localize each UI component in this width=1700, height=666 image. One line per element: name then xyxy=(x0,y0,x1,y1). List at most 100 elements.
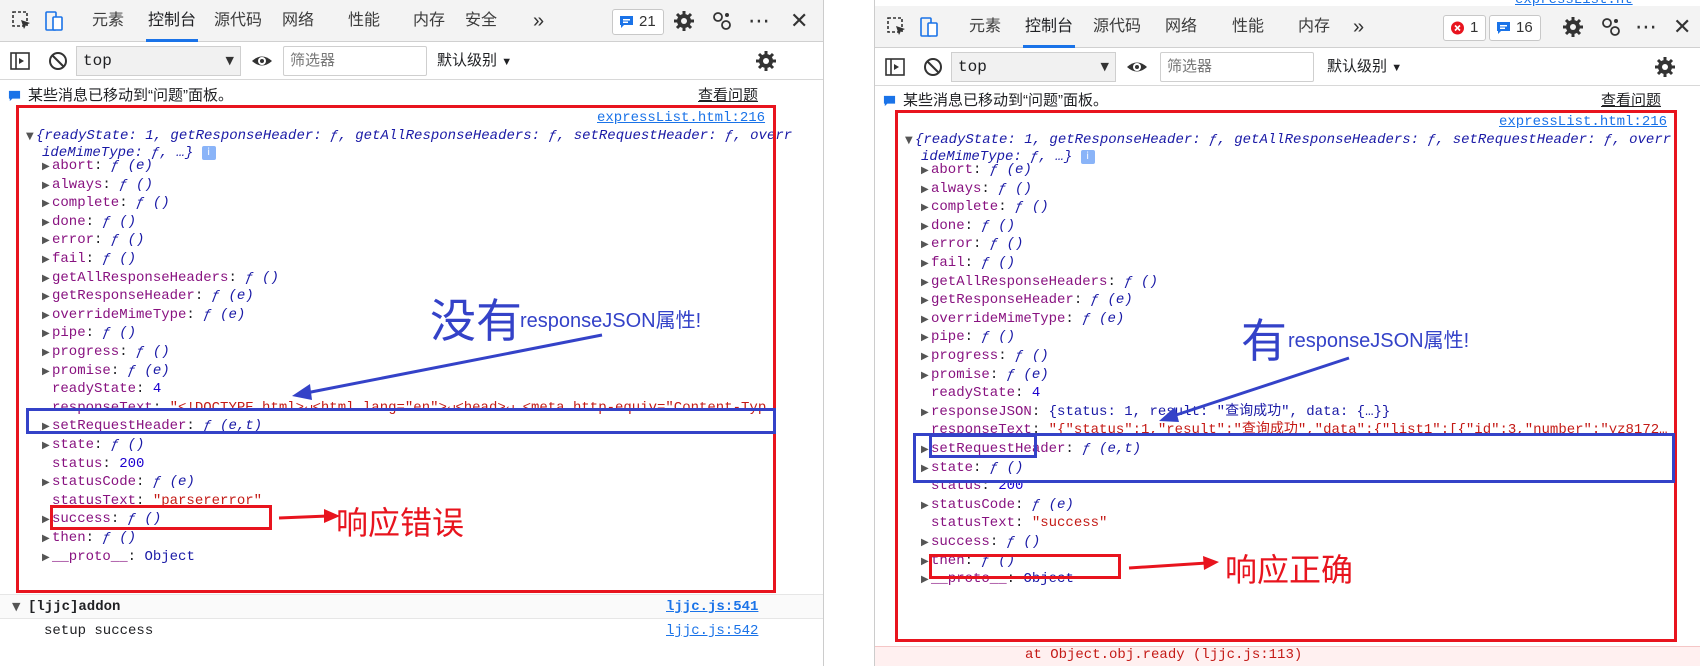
property-row-promise[interactable]: ▶ promise: ƒ (e) xyxy=(42,363,170,380)
tab-console[interactable]: 控制台 xyxy=(1023,6,1076,48)
property-row-getResponseHeader[interactable]: ▶ getResponseHeader: ƒ (e) xyxy=(42,288,254,305)
property-row-getAllResponseHeaders[interactable]: ▶ getAllResponseHeaders: ƒ () xyxy=(42,270,279,287)
context-selector[interactable]: top ▼ xyxy=(76,46,241,76)
tab-performance[interactable]: 性能 xyxy=(1232,6,1264,48)
property-row-state[interactable]: ▶ state: ƒ () xyxy=(921,460,1023,477)
device-toolbar-icon[interactable] xyxy=(917,15,941,39)
more-options-icon[interactable]: ⋯ xyxy=(1635,6,1658,48)
property-row-setRequestHeader[interactable]: ▶ setRequestHeader: ƒ (e,t) xyxy=(921,441,1141,458)
tab-memory[interactable]: 内存 xyxy=(1298,6,1330,48)
customize-icon[interactable] xyxy=(710,9,734,33)
property-row-overrideMimeType[interactable]: ▶ overrideMimeType: ƒ (e) xyxy=(42,307,245,324)
property-row-proto[interactable]: ▶ __proto__: Object xyxy=(42,549,195,566)
property-colon: : xyxy=(998,199,1016,216)
object-summary[interactable]: ▼ {readyState: 1, getResponseHeader: ƒ, g… xyxy=(905,132,1671,149)
property-row-proto[interactable]: ▶ __proto__: Object xyxy=(921,571,1074,588)
property-row-responseJSON[interactable]: ▶ responseJSON: {status: 1, result: "查询成功… xyxy=(921,404,1390,421)
property-row-always[interactable]: ▶ always: ƒ () xyxy=(921,181,1032,198)
tab-security[interactable]: 安全 xyxy=(465,0,497,42)
property-row-responseText: responseText: "{"status":1,"result":"查询成… xyxy=(921,422,1668,439)
tab-network[interactable]: 网络 xyxy=(1165,6,1197,48)
console-settings-icon[interactable] xyxy=(754,49,778,73)
property-row-success[interactable]: ▶ success: ƒ () xyxy=(42,511,161,528)
property-row-setRequestHeader[interactable]: ▶ setRequestHeader: ƒ (e,t) xyxy=(42,418,262,435)
info-icon[interactable]: i xyxy=(1080,150,1095,164)
expand-triangle-icon: ▶ xyxy=(921,406,929,418)
expand-triangle-icon: ▶ xyxy=(42,533,50,544)
property-row-error[interactable]: ▶ error: ƒ () xyxy=(921,236,1023,253)
object-summary[interactable]: ▼ {readyState: 1, getResponseHeader: ƒ, g… xyxy=(26,128,792,145)
property-row-progress[interactable]: ▶ progress: ƒ () xyxy=(42,344,170,361)
property-row-state[interactable]: ▶ state: ƒ () xyxy=(42,437,144,454)
property-row-statusCode[interactable]: ▶ statusCode: ƒ (e) xyxy=(42,474,195,491)
property-row-error[interactable]: ▶ error: ƒ () xyxy=(42,232,144,249)
property-colon: : xyxy=(1015,515,1032,532)
filter-input[interactable]: 筛选器 xyxy=(1160,52,1314,82)
tab-sources[interactable]: 源代码 xyxy=(1093,6,1141,48)
inspect-element-icon[interactable] xyxy=(10,9,34,33)
error-badge[interactable]: 1 xyxy=(1443,15,1487,41)
console-group-row[interactable]: ▼ [ljjc]addon ljjc.js:541 xyxy=(0,594,823,618)
property-row-complete[interactable]: ▶ complete: ƒ () xyxy=(42,195,170,212)
gear-icon[interactable] xyxy=(672,9,696,33)
inspect-element-icon[interactable] xyxy=(885,15,909,39)
issues-badge[interactable]: 21 xyxy=(612,9,664,35)
eye-icon[interactable] xyxy=(1125,55,1149,79)
property-row-done[interactable]: ▶ done: ƒ () xyxy=(921,218,1015,235)
clear-console-icon[interactable] xyxy=(921,55,945,79)
property-row-success[interactable]: ▶ success: ƒ () xyxy=(921,534,1040,551)
property-row-statusCode[interactable]: ▶ statusCode: ƒ (e) xyxy=(921,497,1074,514)
context-selector[interactable]: top ▼ xyxy=(951,52,1116,82)
property-row-getAllResponseHeaders[interactable]: ▶ getAllResponseHeaders: ƒ () xyxy=(921,274,1158,291)
property-row-complete[interactable]: ▶ complete: ƒ () xyxy=(921,199,1049,216)
property-row-getResponseHeader[interactable]: ▶ getResponseHeader: ƒ (e) xyxy=(921,292,1133,309)
source-link[interactable]: expressList.html:216 xyxy=(1499,114,1667,130)
more-tabs-button[interactable]: » xyxy=(1353,6,1364,48)
sidebar-toggle-icon[interactable] xyxy=(883,55,907,79)
sidebar-toggle-icon[interactable] xyxy=(8,49,32,73)
filter-input[interactable]: 筛选器 xyxy=(283,46,427,76)
property-row-pipe[interactable]: ▶ pipe: ƒ () xyxy=(42,325,136,342)
property-row-done[interactable]: ▶ done: ƒ () xyxy=(42,214,136,231)
close-icon[interactable]: ✕ xyxy=(790,0,808,42)
clear-console-icon[interactable] xyxy=(46,49,70,73)
property-row-progress[interactable]: ▶ progress: ƒ () xyxy=(921,348,1049,365)
property-row-then[interactable]: ▶ then: ƒ () xyxy=(921,553,1015,570)
property-colon: : xyxy=(973,162,990,178)
property-key: statusText xyxy=(52,492,137,509)
setup-source-link[interactable]: ljjc.js:542 xyxy=(666,619,758,643)
property-row-promise[interactable]: ▶ promise: ƒ (e) xyxy=(921,367,1049,384)
view-issues-link[interactable]: 查看问题 xyxy=(1601,86,1661,116)
property-row-fail[interactable]: ▶ fail: ƒ () xyxy=(921,255,1015,272)
info-icon[interactable]: i xyxy=(201,146,216,160)
more-tabs-button[interactable]: » xyxy=(533,0,544,42)
property-key: error xyxy=(931,236,974,253)
tab-elements[interactable]: 元素 xyxy=(92,0,124,42)
view-issues-link[interactable]: 查看问题 xyxy=(698,81,758,111)
log-level-dropdown[interactable]: 默认级别 ▼ xyxy=(437,46,512,76)
log-level-dropdown[interactable]: 默认级别 ▼ xyxy=(1327,52,1402,82)
gear-icon[interactable] xyxy=(1561,15,1585,39)
device-toolbar-icon[interactable] xyxy=(42,9,66,33)
property-row-fail[interactable]: ▶ fail: ƒ () xyxy=(42,251,136,268)
tab-console[interactable]: 控制台 xyxy=(146,0,199,42)
more-options-icon[interactable]: ⋯ xyxy=(748,0,771,42)
tab-memory[interactable]: 内存 xyxy=(413,0,445,42)
property-row-abort[interactable]: ▶ abort: ƒ (e) xyxy=(42,158,153,175)
tab-performance[interactable]: 性能 xyxy=(348,0,380,42)
tab-sources[interactable]: 源代码 xyxy=(214,0,262,42)
group-source-link[interactable]: ljjc.js:541 xyxy=(666,595,758,619)
issues-badge[interactable]: 16 xyxy=(1489,15,1541,41)
console-settings-icon[interactable] xyxy=(1653,55,1677,79)
property-row-then[interactable]: ▶ then: ƒ () xyxy=(42,530,136,547)
property-row-pipe[interactable]: ▶ pipe: ƒ () xyxy=(921,329,1015,346)
customize-icon[interactable] xyxy=(1599,15,1623,39)
tab-network[interactable]: 网络 xyxy=(282,0,314,42)
source-link[interactable]: expressList.html:216 xyxy=(597,110,765,126)
property-row-always[interactable]: ▶ always: ƒ () xyxy=(42,177,153,194)
close-icon[interactable]: ✕ xyxy=(1673,6,1691,48)
tab-elements[interactable]: 元素 xyxy=(969,6,1001,48)
eye-icon[interactable] xyxy=(250,49,274,73)
property-row-overrideMimeType[interactable]: ▶ overrideMimeType: ƒ (e) xyxy=(921,311,1124,328)
property-row-abort[interactable]: ▶ abort: ƒ (e) xyxy=(921,162,1032,179)
